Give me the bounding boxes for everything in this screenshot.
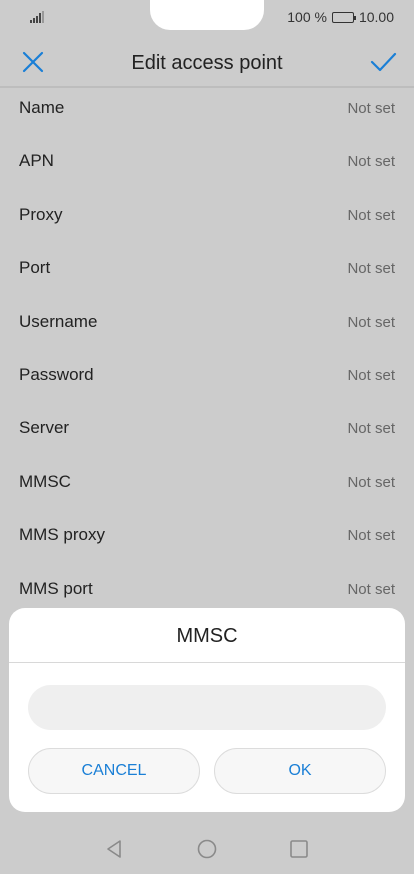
dialog-divider <box>9 662 405 663</box>
signal-icon <box>30 10 44 28</box>
battery-percent: 100 % <box>287 9 327 25</box>
setting-row-server[interactable]: Server Not set <box>0 401 414 454</box>
setting-label: APN <box>19 151 54 171</box>
setting-label: Name <box>19 98 65 117</box>
status-indicators: 100 % 10.00 <box>287 9 394 25</box>
setting-label: MMSC <box>19 471 71 491</box>
setting-value: Not set <box>347 153 395 171</box>
setting-row-mmsc[interactable]: MMSC Not set <box>0 455 414 508</box>
setting-label: Username <box>19 311 98 331</box>
setting-row-port[interactable]: Port Not set <box>0 241 414 294</box>
setting-label: Server <box>19 418 70 438</box>
setting-value: Not set <box>347 206 395 224</box>
setting-label: Password <box>19 364 94 384</box>
navigation-bar <box>0 824 414 874</box>
apn-settings-list: Name Not set APN Not set Proxy Not set P… <box>0 81 414 615</box>
setting-label: Port <box>19 258 51 278</box>
back-icon[interactable] <box>104 838 126 860</box>
setting-value: Not set <box>347 260 395 278</box>
mmsc-input[interactable] <box>28 685 386 730</box>
setting-value: Not set <box>347 580 395 598</box>
page-title: Edit access point <box>131 52 283 74</box>
clock: 10.00 <box>358 9 394 25</box>
cancel-button[interactable]: CANCEL <box>28 748 200 794</box>
setting-value: Not set <box>347 420 395 438</box>
mmsc-dialog: MMSC CANCEL OK <box>9 608 405 812</box>
setting-value: Not set <box>347 366 395 384</box>
setting-row-name[interactable]: Name Not set <box>0 81 414 134</box>
home-icon[interactable] <box>196 838 218 860</box>
screen: 100 % 10.00 Edit access point Name Not s… <box>0 0 414 874</box>
setting-label: MMS proxy <box>19 525 105 545</box>
setting-label: MMS port <box>19 578 93 598</box>
setting-value: Not set <box>347 100 395 117</box>
battery-icon <box>331 11 356 23</box>
check-icon[interactable] <box>369 48 397 76</box>
setting-value: Not set <box>347 527 395 545</box>
setting-row-proxy[interactable]: Proxy Not set <box>0 188 414 241</box>
setting-row-username[interactable]: Username Not set <box>0 295 414 348</box>
recent-apps-icon[interactable] <box>288 838 310 860</box>
setting-value: Not set <box>347 313 395 331</box>
ok-button[interactable]: OK <box>214 748 386 794</box>
camera-notch <box>150 0 264 30</box>
setting-row-password[interactable]: Password Not set <box>0 348 414 401</box>
setting-value: Not set <box>347 473 395 491</box>
setting-row-apn[interactable]: APN Not set <box>0 134 414 187</box>
dialog-title: MMSC <box>176 625 238 647</box>
setting-row-mms-proxy[interactable]: MMS proxy Not set <box>0 508 414 561</box>
setting-row-mms-port[interactable]: MMS port Not set <box>0 562 414 615</box>
setting-label: Proxy <box>19 204 63 224</box>
status-bar: 100 % 10.00 <box>0 0 414 36</box>
